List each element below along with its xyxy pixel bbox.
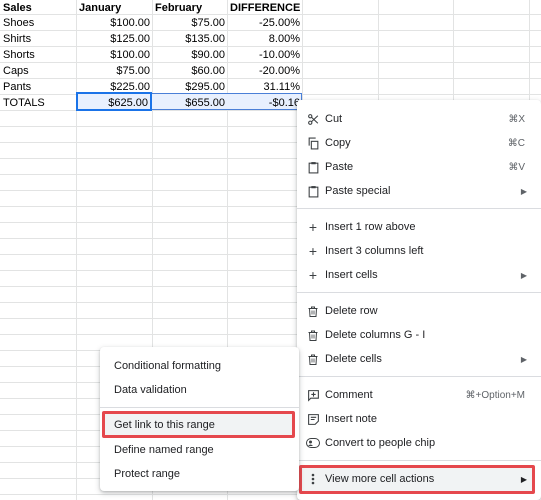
table-cell-item[interactable]: Shirts (0, 31, 76, 47)
menu-item-label: Insert 1 row above (325, 221, 416, 233)
submenu-item-protect-range[interactable]: Protect range (100, 462, 299, 486)
submenu-arrow-icon: ▶ (520, 474, 527, 484)
header-cell-january[interactable]: January (76, 0, 152, 16)
menu-item-cut[interactable]: Cut ⌘X (297, 107, 541, 131)
totals-february-cell[interactable]: $655.00 (152, 95, 227, 111)
table-cell-item[interactable]: Pants (0, 79, 76, 95)
table-cell-january[interactable]: $75.00 (76, 63, 152, 79)
header-cell-difference[interactable]: DIFFERENCE (227, 0, 302, 16)
menu-item-label: Delete row (325, 305, 378, 317)
submenu-item-get-link[interactable]: Get link to this range (100, 413, 299, 437)
menu-item-label: Protect range (114, 468, 181, 480)
menu-item-copy[interactable]: Copy ⌘C (297, 131, 541, 155)
shortcut-text: ⌘X (508, 113, 525, 125)
menu-item-label: Data validation (114, 384, 187, 396)
menu-item-insert-note[interactable]: Insert note (297, 407, 541, 431)
menu-divider (297, 292, 541, 293)
table-cell-february[interactable]: $135.00 (152, 31, 227, 47)
plus-icon: + (308, 243, 318, 259)
trash-icon (306, 352, 320, 366)
menu-item-label: Define named range (114, 444, 214, 456)
menu-item-label: Copy (325, 137, 351, 149)
menu-divider (297, 208, 541, 209)
submenu-arrow-icon: ▶ (520, 186, 527, 196)
menu-item-paste-special[interactable]: Paste special ▶ (297, 179, 541, 203)
menu-item-label: Insert cells (325, 269, 378, 281)
copy-icon (306, 136, 320, 150)
menu-item-label: Delete cells (325, 353, 382, 365)
menu-divider (297, 460, 541, 461)
submenu-item-conditional-formatting[interactable]: Conditional formatting (100, 354, 299, 378)
menu-item-label: Comment (325, 389, 373, 401)
add-comment-icon (306, 388, 320, 402)
table-cell-difference[interactable]: 8.00% (227, 31, 302, 47)
people-chip-icon (306, 436, 320, 450)
table-cell-february[interactable]: $295.00 (152, 79, 227, 95)
submenu-item-define-named-range[interactable]: Define named range (100, 438, 299, 462)
menu-item-delete-columns[interactable]: Delete columns G - I (297, 323, 541, 347)
table-cell-january[interactable]: $225.00 (76, 79, 152, 95)
table-cell-february[interactable]: $90.00 (152, 47, 227, 63)
table-cell-january[interactable]: $100.00 (76, 47, 152, 63)
more-vertical-icon (306, 472, 320, 486)
clipboard-icon (306, 184, 320, 198)
menu-item-delete-row[interactable]: Delete row (297, 299, 541, 323)
menu-item-insert-columns-left[interactable]: + Insert 3 columns left (297, 239, 541, 263)
menu-item-insert-cells[interactable]: + Insert cells ▶ (297, 263, 541, 287)
menu-divider (297, 376, 541, 377)
header-cell-february[interactable]: February (152, 0, 227, 16)
table-cell-difference[interactable]: -25.00% (227, 15, 302, 31)
menu-item-label: Delete columns G - I (325, 329, 426, 341)
menu-item-label: Paste (325, 161, 354, 173)
menu-item-label: Get link to this range (114, 419, 215, 431)
table-cell-february[interactable]: $60.00 (152, 63, 227, 79)
note-icon (306, 412, 320, 426)
submenu-item-data-validation[interactable]: Data validation (100, 378, 299, 402)
totals-label-cell[interactable]: TOTALS (0, 95, 76, 111)
menu-item-label: Conditional formatting (114, 360, 222, 372)
menu-item-label: Insert note (325, 413, 377, 425)
trash-icon (306, 304, 320, 318)
shortcut-text: ⌘C (507, 137, 525, 149)
table-cell-difference[interactable]: -20.00% (227, 63, 302, 79)
table-cell-difference[interactable]: 31.11% (227, 79, 302, 95)
menu-divider (100, 407, 299, 408)
cell-context-menu: Cut ⌘X Copy ⌘C Paste ⌘V Paste special ▶ … (297, 100, 541, 500)
menu-item-label: Convert to people chip (325, 437, 436, 449)
menu-item-comment[interactable]: Comment ⌘+Option+M (297, 383, 541, 407)
header-cell-sales[interactable]: Sales (0, 0, 76, 16)
menu-item-delete-cells[interactable]: Delete cells ▶ (297, 347, 541, 371)
menu-item-paste[interactable]: Paste ⌘V (297, 155, 541, 179)
menu-item-label: View more cell actions (325, 473, 435, 485)
totals-january-cell[interactable]: $625.00 (76, 95, 150, 111)
plus-icon: + (308, 219, 318, 235)
trash-icon (306, 328, 320, 342)
menu-item-label: Paste special (325, 185, 391, 197)
plus-icon: + (308, 267, 318, 283)
menu-item-convert-people-chip[interactable]: Convert to people chip (297, 431, 541, 455)
table-cell-february[interactable]: $75.00 (152, 15, 227, 31)
table-cell-item[interactable]: Caps (0, 63, 76, 79)
clipboard-icon (306, 160, 320, 174)
totals-difference-cell[interactable]: -$0.16 (227, 95, 302, 111)
shortcut-text: ⌘V (508, 161, 525, 173)
scissors-icon (306, 112, 320, 126)
more-cell-actions-submenu: Conditional formatting Data validation G… (100, 347, 299, 491)
menu-item-view-more-cell-actions[interactable]: View more cell actions ▶ (297, 467, 541, 491)
table-cell-item[interactable]: Shoes (0, 15, 76, 31)
submenu-arrow-icon: ▶ (520, 354, 527, 364)
table-cell-january[interactable]: $100.00 (76, 15, 152, 31)
menu-item-label: Cut (325, 113, 343, 125)
table-cell-difference[interactable]: -10.00% (227, 47, 302, 63)
table-cell-item[interactable]: Shorts (0, 47, 76, 63)
menu-item-insert-row-above[interactable]: + Insert 1 row above (297, 215, 541, 239)
menu-item-label: Insert 3 columns left (325, 245, 424, 257)
submenu-arrow-icon: ▶ (520, 270, 527, 280)
shortcut-text: ⌘+Option+M (465, 389, 525, 401)
table-cell-january[interactable]: $125.00 (76, 31, 152, 47)
